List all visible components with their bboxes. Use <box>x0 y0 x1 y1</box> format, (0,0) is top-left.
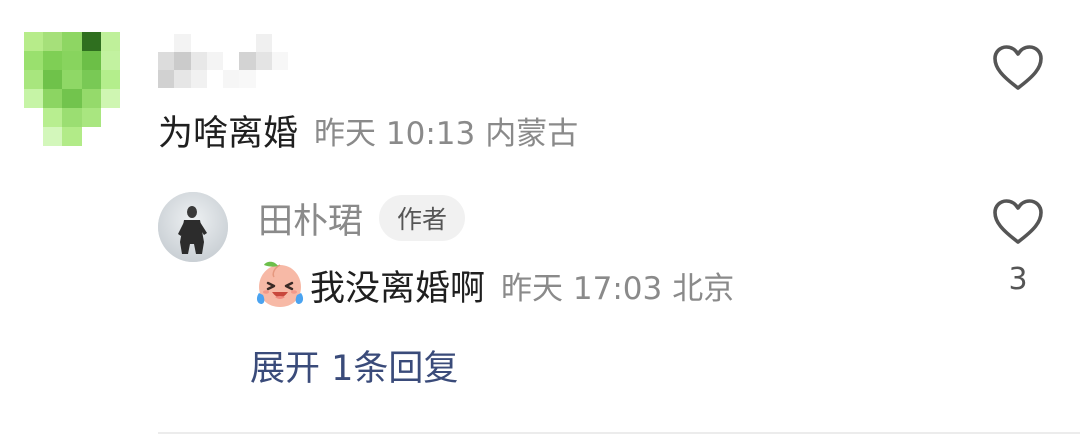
mosaic-cell <box>62 32 82 51</box>
mosaic-cell <box>100 32 120 51</box>
author-badge: 作者 <box>379 195 466 241</box>
mosaic-cell <box>100 89 120 108</box>
mosaic-cell <box>62 89 82 108</box>
commenter-username-blurred[interactable] <box>158 34 288 88</box>
mosaic-cell <box>81 51 101 70</box>
commenter-avatar[interactable] <box>24 32 120 146</box>
comment-body: 为啥离婚 昨天 10:13 内蒙古 <box>158 104 578 156</box>
mosaic-cell <box>158 34 175 52</box>
mosaic-cell <box>62 70 82 89</box>
mosaic-cell <box>190 52 207 70</box>
mosaic-cell <box>81 108 101 127</box>
mosaic-cell <box>255 34 272 52</box>
reply-meta: 昨天 17:03 北京 <box>501 263 734 308</box>
mosaic-cell <box>24 70 44 89</box>
reply-username-row: 田朴珺 作者 <box>258 192 466 244</box>
heart-outline-icon <box>993 45 1043 90</box>
mosaic-cell <box>158 70 175 88</box>
mosaic-cell <box>206 70 223 88</box>
mosaic-cell <box>271 70 288 88</box>
mosaic-cell <box>43 89 63 108</box>
comment-location: 内蒙古 <box>485 115 579 152</box>
mosaic-cell <box>271 34 288 52</box>
reply-username[interactable]: 田朴珺 <box>258 193 363 244</box>
reply-avatar[interactable] <box>158 192 228 262</box>
mosaic-cell <box>100 70 120 89</box>
mosaic-cell <box>223 34 240 52</box>
mosaic-cell <box>24 89 44 108</box>
mosaic-cell <box>81 127 101 146</box>
mosaic-cell <box>239 70 256 88</box>
expand-replies-button[interactable]: 展开 1条回复 <box>250 340 458 390</box>
mosaic-cell <box>239 52 256 70</box>
comment-like-button[interactable] <box>990 40 1046 96</box>
mosaic-cell <box>271 52 288 70</box>
mosaic-cell <box>81 89 101 108</box>
mosaic-cell <box>62 127 82 146</box>
reply-like-button[interactable] <box>990 194 1046 250</box>
reply-location: 北京 <box>672 270 735 307</box>
mosaic-cell <box>43 32 63 51</box>
mosaic-cell <box>100 108 120 127</box>
comment-time: 昨天 10:13 <box>314 115 476 152</box>
mosaic-cell <box>223 52 240 70</box>
mosaic-cell <box>190 70 207 88</box>
mosaic-cell <box>174 52 191 70</box>
mosaic-cell <box>81 70 101 89</box>
mosaic-cell <box>206 52 223 70</box>
mosaic-cell <box>100 127 120 146</box>
mosaic-cell <box>158 52 175 70</box>
mosaic-cell <box>24 127 44 146</box>
mosaic-cell <box>62 51 82 70</box>
mosaic-cell <box>174 70 191 88</box>
mosaic-cell <box>43 108 63 127</box>
reply-time: 昨天 17:03 <box>501 270 663 307</box>
mosaic-cell <box>174 34 191 52</box>
mosaic-cell <box>255 52 272 70</box>
mosaic-cell <box>81 32 101 51</box>
mosaic-cell <box>43 51 63 70</box>
divider <box>158 432 1080 434</box>
mosaic-cell <box>43 70 63 89</box>
mosaic-cell <box>206 34 223 52</box>
heart-outline-icon <box>993 199 1043 244</box>
mosaic-cell <box>24 108 44 127</box>
comment-meta: 昨天 10:13 内蒙古 <box>314 108 578 153</box>
reply-text: 我没离婚啊 <box>310 268 486 309</box>
reply-body: 我没离婚啊 昨天 17:03 北京 <box>254 256 734 314</box>
comment-text: 为啥离婚 <box>158 113 299 154</box>
mosaic-cell <box>100 51 120 70</box>
mosaic-cell <box>24 51 44 70</box>
mosaic-cell <box>255 70 272 88</box>
avatar-photo-icon <box>158 192 228 262</box>
crying-laughing-face-icon <box>256 261 304 307</box>
mosaic-cell <box>239 34 256 52</box>
mosaic-cell <box>43 127 63 146</box>
mosaic-cell <box>223 70 240 88</box>
mosaic-cell <box>62 108 82 127</box>
reply-like-count: 3 <box>1008 262 1028 297</box>
mosaic-cell <box>190 34 207 52</box>
mosaic-cell <box>24 32 44 51</box>
